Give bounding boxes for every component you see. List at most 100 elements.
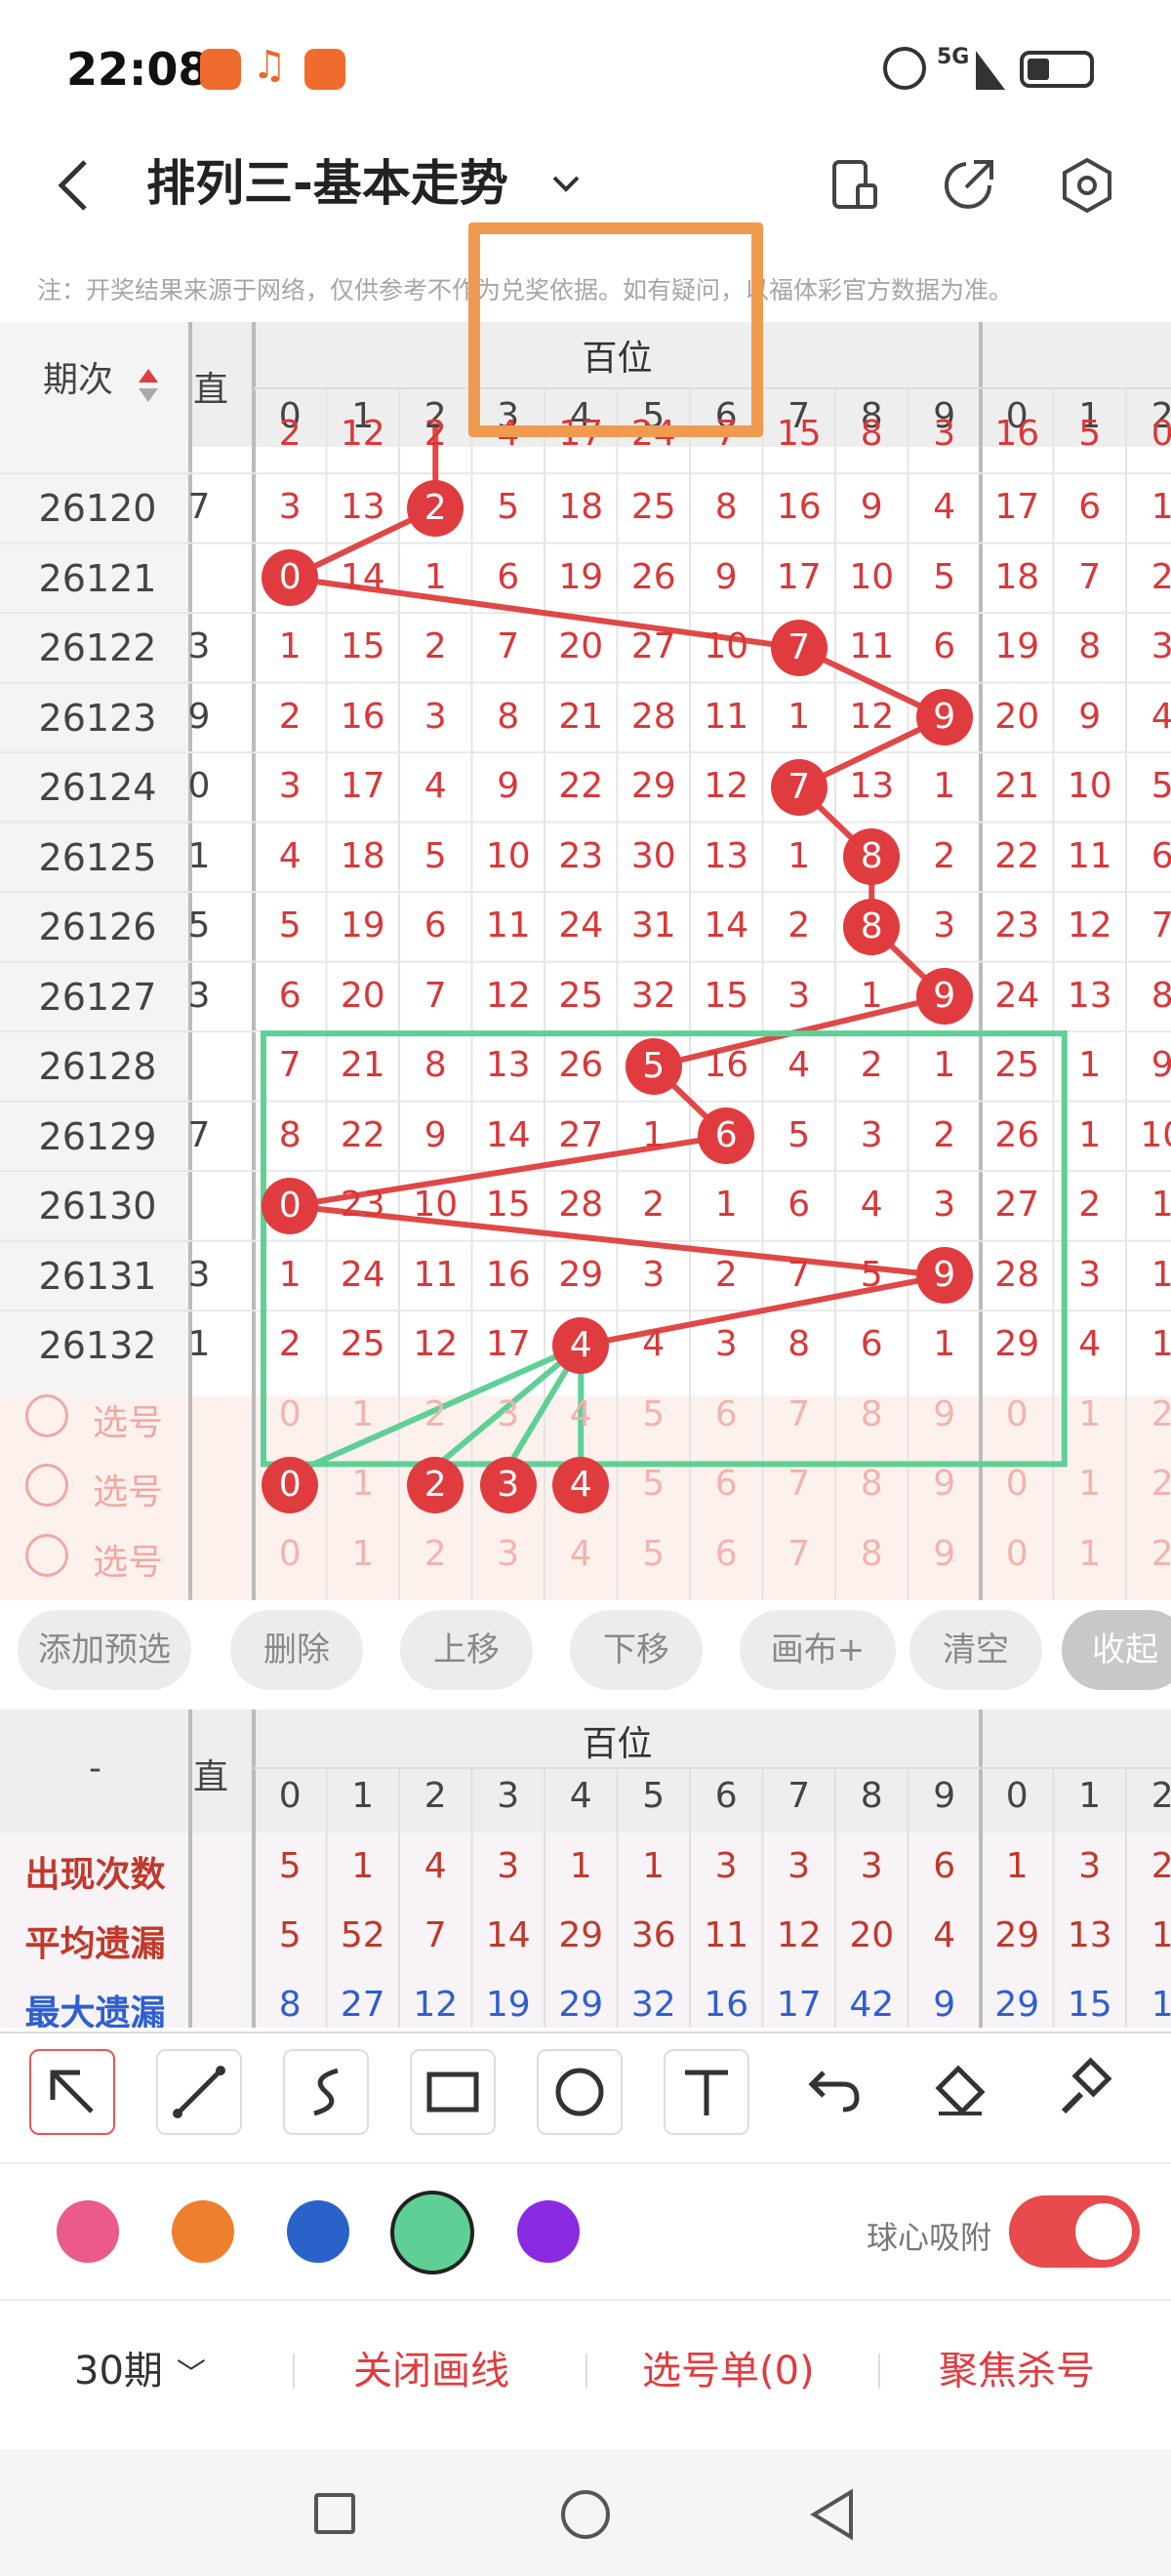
select-number[interactable]: 0	[254, 1394, 327, 1434]
select-number[interactable]: 5	[618, 1464, 691, 1504]
select-number[interactable]: 0	[254, 1534, 327, 1574]
back-nav-icon[interactable]	[808, 2488, 857, 2541]
select-number[interactable]: 8	[835, 1394, 909, 1434]
color-swatch[interactable]	[172, 2200, 234, 2263]
select-number[interactable]: 0	[981, 1394, 1054, 1434]
select-number[interactable]: 0	[981, 1464, 1054, 1504]
select-number[interactable]: 7	[763, 1534, 836, 1574]
selected-ball[interactable]: 2	[407, 1456, 464, 1513]
select-number[interactable]: 0	[981, 1534, 1054, 1574]
select-label[interactable]: 选号	[84, 1534, 172, 1585]
zhi-value: 5	[187, 906, 211, 946]
app-notification-icon	[304, 49, 345, 90]
stats-value: 16	[704, 1985, 749, 2025]
select-number[interactable]: 1	[1054, 1534, 1127, 1574]
sort-icon[interactable]	[139, 388, 158, 402]
selected-ball[interactable]: 0	[262, 1456, 319, 1513]
table-cell: 8	[1078, 626, 1102, 667]
select-number[interactable]: 2	[399, 1394, 472, 1434]
rect-tool-button[interactable]	[410, 2049, 496, 2135]
select-number[interactable]: 3	[472, 1394, 545, 1434]
line-tool-button[interactable]	[156, 2049, 242, 2135]
select-number[interactable]: 8	[835, 1464, 909, 1504]
text-tool-button[interactable]	[664, 2049, 749, 2135]
select-number[interactable]: 7	[763, 1394, 836, 1434]
select-number[interactable]: 9	[909, 1464, 982, 1504]
select-number[interactable]: 5	[618, 1394, 691, 1434]
select-number[interactable]: 5	[618, 1534, 691, 1574]
select-number[interactable]: 6	[690, 1534, 763, 1574]
periods-select[interactable]: 30期 ﹀	[74, 2342, 206, 2404]
table-cell: 13	[704, 835, 749, 876]
color-swatch[interactable]	[390, 2191, 474, 2274]
undo-button[interactable]	[790, 2049, 876, 2135]
color-swatch[interactable]	[287, 2200, 349, 2263]
select-radio[interactable]	[25, 1533, 68, 1577]
canvas-plus-button[interactable]: 画布+	[740, 1610, 896, 1690]
color-swatch[interactable]	[517, 2200, 580, 2263]
select-label[interactable]: 选号	[84, 1464, 172, 1514]
settings-icon[interactable]	[1058, 156, 1116, 215]
trend-table[interactable]: 期次直百位 0 1 2 3 4 5 6 7 8 9 0 1 2 2 12 2 4 17 24 7 15 8 3 16 5 0 2612…	[0, 322, 1171, 1600]
select-number[interactable]: 8	[835, 1534, 909, 1574]
collapse-button[interactable]: 收起	[1062, 1610, 1171, 1690]
select-radio[interactable]	[25, 1464, 68, 1508]
stats-value: 3	[860, 1846, 883, 1886]
pick-list-link[interactable]: 选号单(0)	[642, 2342, 815, 2400]
select-label[interactable]: 选号	[84, 1394, 172, 1445]
sort-icon[interactable]	[139, 369, 158, 382]
select-number[interactable]: 4	[545, 1394, 618, 1434]
table-cell: 1	[933, 1324, 956, 1365]
orientation-icon[interactable]	[825, 156, 883, 215]
back-icon[interactable]	[54, 156, 93, 215]
brush-button[interactable]	[1044, 2049, 1130, 2135]
snap-toggle[interactable]	[1009, 2195, 1140, 2268]
focus-kill-link[interactable]: 聚焦杀号	[939, 2342, 1095, 2400]
move-down-button[interactable]: 下移	[570, 1610, 703, 1690]
share-icon[interactable]	[939, 156, 997, 215]
select-number[interactable]: 1	[327, 1534, 400, 1574]
select-number[interactable]: 4	[545, 1534, 618, 1574]
home-icon[interactable]	[561, 2490, 610, 2539]
stats-value: 7	[424, 1915, 447, 1955]
arrow-tool-button[interactable]	[29, 2049, 115, 2135]
select-number[interactable]: 1	[1054, 1464, 1127, 1504]
select-number[interactable]: 9	[909, 1534, 982, 1574]
select-number[interactable]: 2	[399, 1534, 472, 1574]
close-draw-link[interactable]: 关闭画线	[353, 2342, 509, 2400]
select-radio[interactable]	[25, 1393, 68, 1437]
app-notification-icon	[200, 49, 241, 90]
highlight-box	[468, 222, 763, 437]
select-number[interactable]: 1	[327, 1394, 400, 1434]
period-header[interactable]: 期次	[0, 351, 156, 402]
stats-value: 13	[1067, 1915, 1112, 1955]
select-number[interactable]: 9	[909, 1394, 982, 1434]
select-number[interactable]: 6	[690, 1394, 763, 1434]
select-number[interactable]: 2	[1126, 1534, 1171, 1574]
select-number[interactable]: 2	[1126, 1394, 1171, 1434]
select-number[interactable]: 2	[1126, 1464, 1171, 1504]
chevron-down-icon[interactable]	[546, 164, 586, 203]
circle-tool-button[interactable]	[537, 2049, 623, 2135]
curve-tool-button[interactable]	[283, 2049, 369, 2135]
add-preselect-button[interactable]: 添加预选	[18, 1610, 191, 1690]
table-cell: 4	[933, 487, 956, 528]
select-number[interactable]: 1	[1054, 1394, 1127, 1434]
selected-ball[interactable]: 3	[479, 1456, 537, 1513]
select-number[interactable]: 7	[763, 1464, 836, 1504]
recent-apps-icon[interactable]	[314, 2493, 355, 2534]
select-number[interactable]: 3	[472, 1534, 545, 1574]
stats-value: 19	[485, 1985, 531, 2025]
selected-ball[interactable]: 4	[552, 1456, 610, 1513]
move-up-button[interactable]: 上移	[400, 1610, 533, 1690]
zhi-value: 7	[187, 1114, 211, 1155]
delete-button[interactable]: 删除	[230, 1610, 363, 1690]
clear-button[interactable]: 清空	[909, 1610, 1042, 1690]
table-cell: 2	[278, 1324, 302, 1365]
select-number[interactable]: 1	[327, 1464, 400, 1504]
table-cell: 11	[485, 906, 531, 946]
select-number[interactable]: 6	[690, 1464, 763, 1504]
color-swatch[interactable]	[57, 2200, 119, 2263]
eraser-button[interactable]	[917, 2049, 1003, 2135]
table-cell: 2	[642, 1185, 666, 1226]
